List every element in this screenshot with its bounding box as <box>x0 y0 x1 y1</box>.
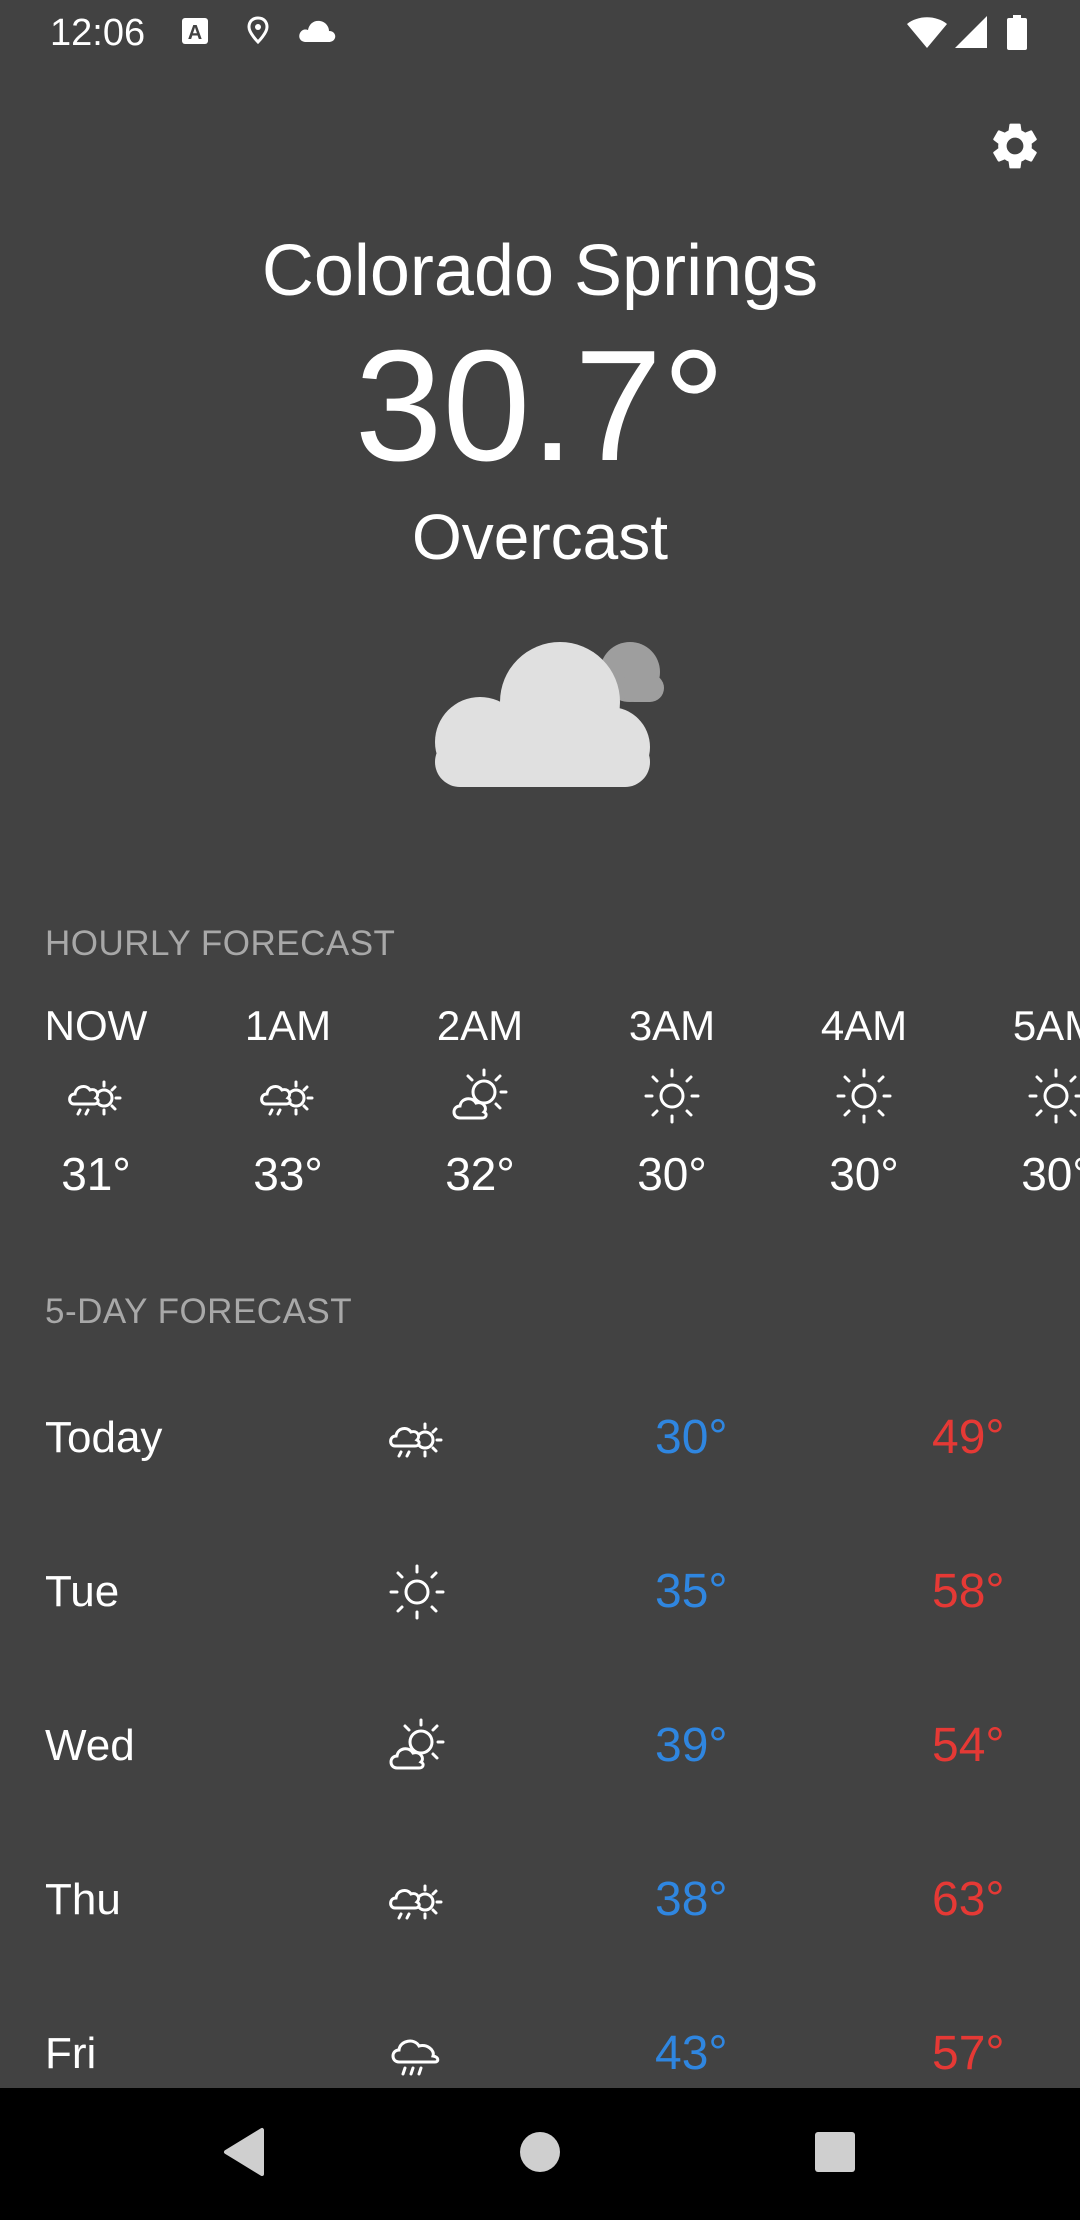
sun-icon <box>385 1560 449 1624</box>
cloud-icon <box>296 14 338 55</box>
day-name: Fri <box>45 2029 97 2078</box>
home-icon <box>518 2130 562 2179</box>
day-low-temp: 38° <box>655 1873 728 1926</box>
current-condition: Overcast <box>411 501 669 573</box>
partly-cloudy-icon <box>448 1064 512 1128</box>
home-button[interactable] <box>504 2118 576 2190</box>
hourly-item: 3AM 30° <box>576 998 768 1218</box>
settings-button[interactable] <box>975 108 1055 188</box>
gear-icon <box>987 118 1043 179</box>
hourly-item-inner: 5AM 30° <box>960 998 1080 1218</box>
cloudy-sun-icon <box>385 1406 449 1470</box>
daily-forecast-title: 5-DAY FORECAST <box>45 1292 353 1331</box>
rain-cloud-icon <box>385 2022 449 2086</box>
daily-row: Wed 39° 54° <box>0 1706 1080 1856</box>
hourly-temp: 30° <box>829 1148 899 1200</box>
back-icon <box>220 2126 268 2183</box>
status-bar: 12:06 A <box>0 0 1080 66</box>
overcast-cloud-icon <box>420 632 670 792</box>
daily-row: Tue 35° 58° <box>0 1552 1080 1702</box>
day-name: Thu <box>45 1875 121 1924</box>
day-low-temp: 43° <box>655 2027 728 2080</box>
hourly-time: 2AM <box>436 1002 524 1049</box>
day-high-temp: 63° <box>932 1873 1005 1926</box>
hourly-temp: 33° <box>253 1148 323 1200</box>
cloudy-sun-icon <box>64 1064 128 1128</box>
hourly-temp: 30° <box>637 1148 707 1200</box>
sun-icon <box>640 1064 704 1128</box>
daily-row: Thu 38° 63° <box>0 1860 1080 2010</box>
cell-signal-icon <box>953 14 989 57</box>
hourly-temp: 32° <box>445 1148 515 1200</box>
daily-row: Fri 43° 57° <box>0 2014 1080 2088</box>
day-name: Wed <box>45 1721 135 1770</box>
hourly-item: 1AM 33° <box>192 998 384 1218</box>
hourly-time: 3AM <box>628 1002 716 1049</box>
hourly-time: 4AM <box>820 1002 908 1049</box>
back-button[interactable] <box>208 2118 280 2190</box>
navigation-bar <box>0 2088 1080 2220</box>
day-high-temp: 58° <box>932 1565 1005 1618</box>
recents-icon <box>813 2130 857 2179</box>
recents-button[interactable] <box>799 2118 871 2190</box>
wifi-icon <box>905 14 949 57</box>
battery-icon <box>1005 14 1029 57</box>
sun-icon <box>1024 1064 1080 1128</box>
hourly-temp: 31° <box>61 1148 131 1200</box>
city-name: Colorado Springs <box>261 231 819 311</box>
day-name: Today <box>45 1413 163 1462</box>
svg-text:A: A <box>188 22 202 44</box>
day-name: Tue <box>45 1567 120 1616</box>
cloudy-sun-icon <box>385 1868 449 1932</box>
hourly-item: 2AM 32° <box>384 998 576 1218</box>
day-high-temp: 54° <box>932 1719 1005 1772</box>
day-high-temp: 49° <box>932 1411 1005 1464</box>
hourly-time: 1AM <box>244 1002 332 1049</box>
hourly-time: 5AM <box>1012 1002 1080 1049</box>
daily-row: Today 30° 49° <box>0 1398 1080 1548</box>
cloudy-sun-icon <box>256 1064 320 1128</box>
hourly-item: NOW 31° <box>0 998 192 1218</box>
hourly-forecast-title: HOURLY FORECAST <box>45 924 396 963</box>
sun-icon <box>832 1064 896 1128</box>
day-low-temp: 30° <box>655 1411 728 1464</box>
day-low-temp: 39° <box>655 1719 728 1772</box>
current-temperature: 30.7° <box>354 318 726 494</box>
hourly-time: NOW <box>44 1002 148 1049</box>
location-icon <box>243 14 273 55</box>
hourly-temp: 30° <box>1021 1148 1080 1200</box>
partly-cloudy-icon <box>385 1714 449 1778</box>
hourly-item: 4AM 30° <box>768 998 960 1218</box>
hourly-item: 5AM 30° <box>960 998 1080 1218</box>
day-low-temp: 35° <box>655 1565 728 1618</box>
weather-screen: 12:06 A Colorado Springs 30.7° Overcast … <box>0 0 1080 2220</box>
status-time: 12:06 <box>50 12 146 54</box>
keyboard-a-icon: A <box>180 14 210 55</box>
day-high-temp: 57° <box>932 2027 1005 2080</box>
